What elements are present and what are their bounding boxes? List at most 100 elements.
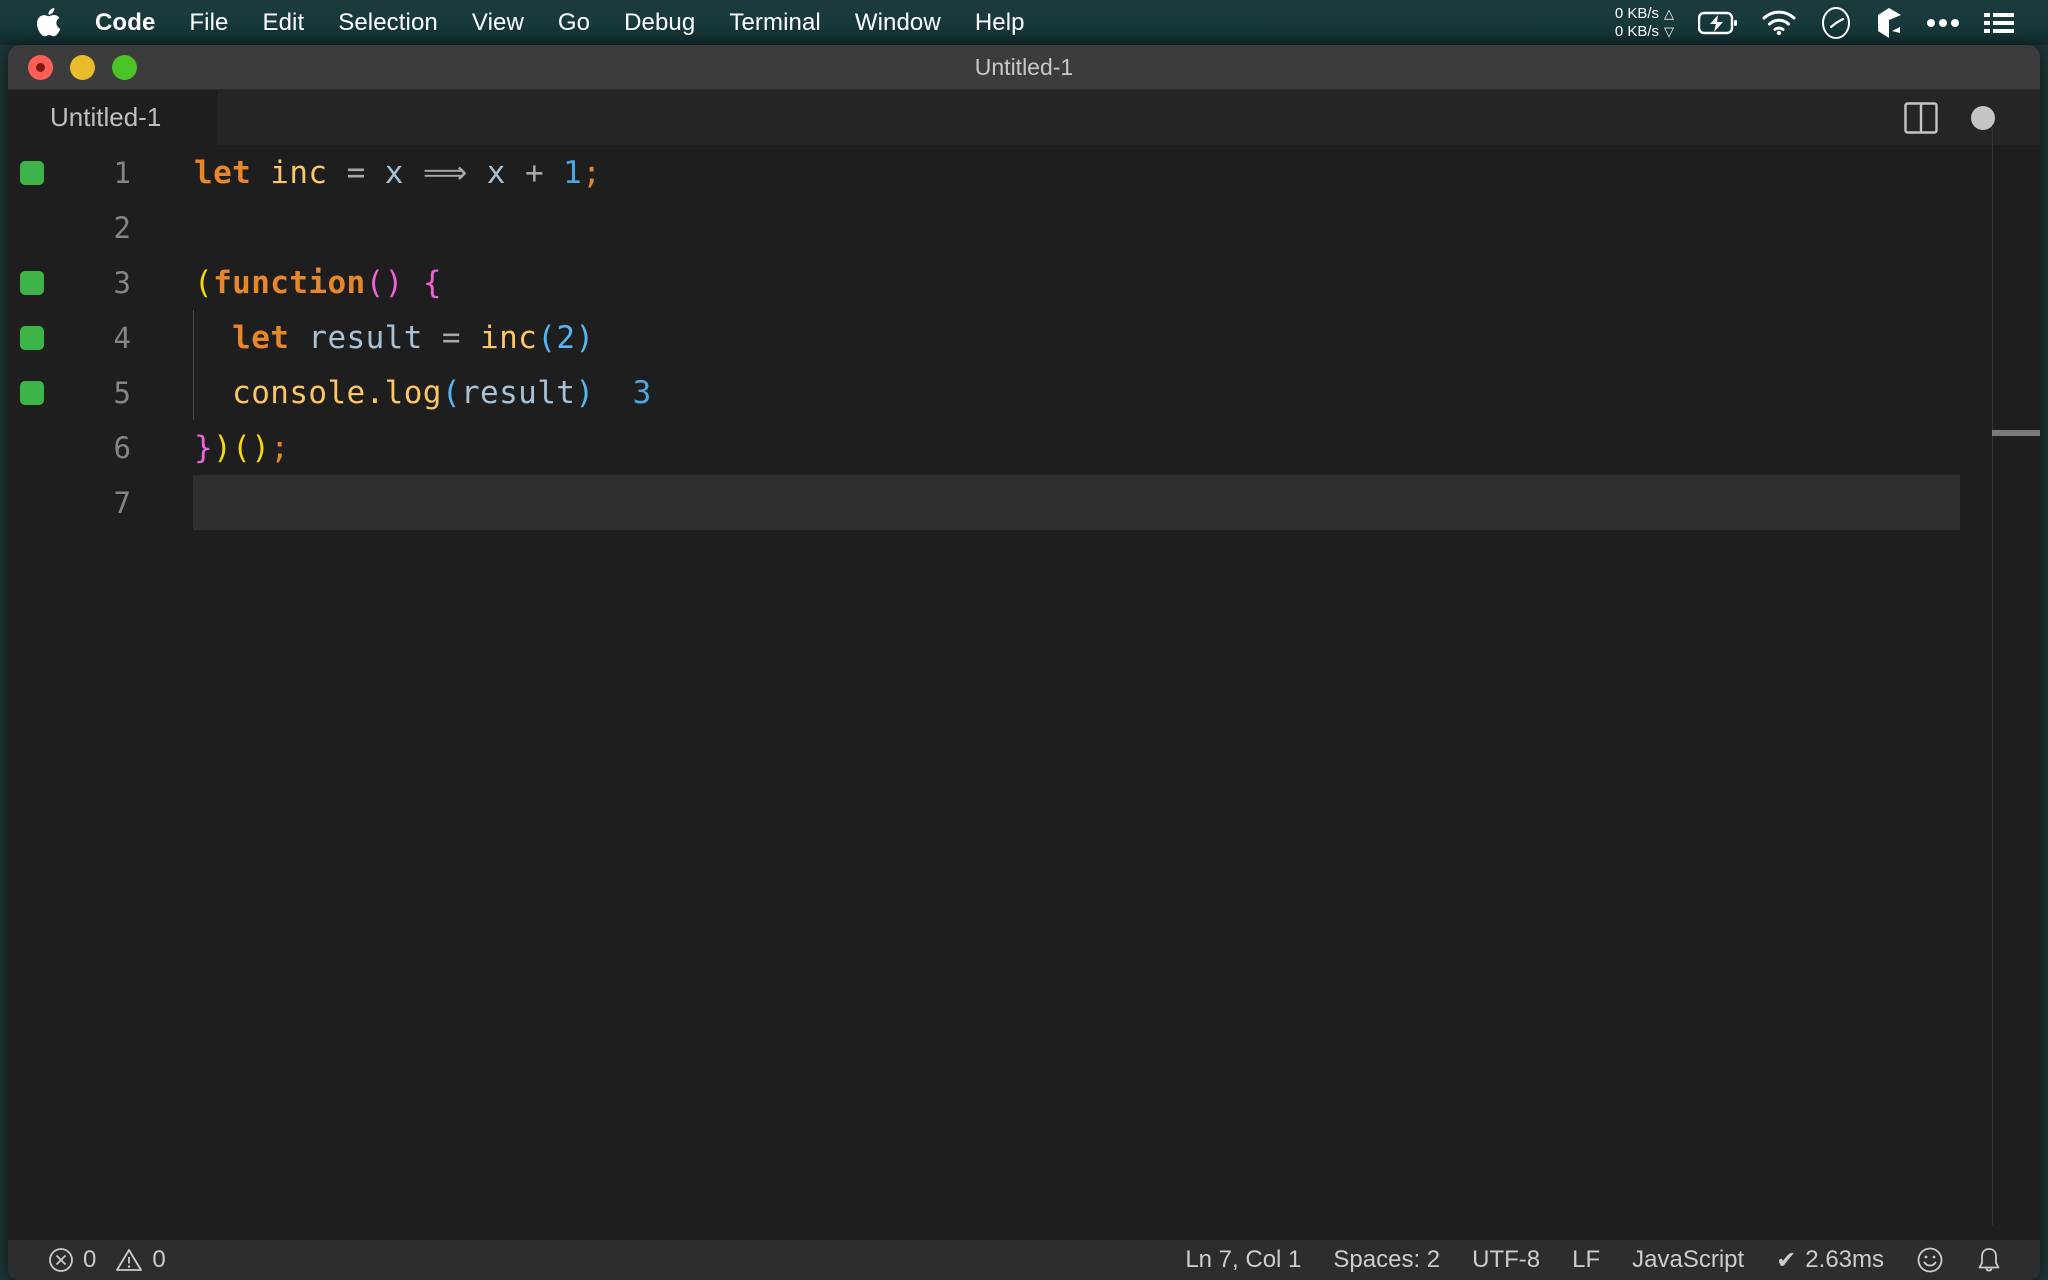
- code-token: ): [575, 319, 595, 356]
- line-number: 3: [113, 265, 131, 300]
- gutter-marker-slot[interactable]: [8, 160, 56, 185]
- network-upload-value: 0 KB/s: [1614, 4, 1659, 22]
- network-speed-indicator[interactable]: 0 KB/s △ 0 KB/s ▽: [1615, 5, 1674, 41]
- cursor-position[interactable]: Ln 7, Col 1: [1169, 1240, 1317, 1280]
- macos-menubar: Code File Edit Selection View Go Debug T…: [0, 0, 2048, 45]
- runtime-indicator[interactable]: ✔ 2.63ms: [1760, 1240, 1900, 1280]
- code-token: =: [346, 154, 366, 191]
- scrollbar-thumb[interactable]: [1992, 430, 2040, 436]
- notifications-button[interactable]: [1960, 1240, 2018, 1280]
- code-line-text: let inc = x ⟹ x + 1;: [141, 155, 601, 191]
- gutter-marker-slot[interactable]: [8, 380, 56, 405]
- wifi-icon[interactable]: [1762, 0, 1796, 45]
- gutter-marker-slot[interactable]: [8, 270, 56, 295]
- line-number: 5: [113, 375, 131, 410]
- code-line-text: console.log(result) 3: [141, 375, 652, 411]
- code-token: x: [384, 154, 404, 191]
- bell-icon: [1976, 1246, 2002, 1274]
- code-token: let: [232, 319, 290, 356]
- menu-item-window[interactable]: Window: [838, 0, 958, 45]
- window-titlebar: Untitled-1: [8, 45, 2040, 90]
- menu-item-terminal[interactable]: Terminal: [712, 0, 838, 45]
- menubar-status-group: 0 KB/s △ 0 KB/s ▽: [1615, 0, 2048, 45]
- battery-charging-icon[interactable]: [1698, 0, 1738, 45]
- status-bar-right: Ln 7, Col 1 Spaces: 2 UTF-8 LF JavaScrip…: [1169, 1240, 2040, 1280]
- code-token: (: [537, 319, 557, 356]
- code-line[interactable]: 7: [8, 475, 2040, 530]
- code-line[interactable]: 5 console.log(result) 3: [8, 365, 2040, 420]
- code-editor[interactable]: 1 let inc = x ⟹ x + 1; 2 3 (function() {4 le…: [8, 125, 2040, 1240]
- line-number: 1: [113, 155, 131, 190]
- gutter-marker-slot[interactable]: [8, 325, 56, 350]
- menu-item-selection[interactable]: Selection: [321, 0, 455, 45]
- line-number: 7: [113, 485, 131, 520]
- code-token: .: [365, 374, 385, 411]
- menubar-left-group: Code File Edit Selection View Go Debug T…: [0, 0, 1042, 45]
- check-icon: ✔: [1776, 1246, 1797, 1274]
- code-token: inc: [270, 154, 328, 191]
- code-token: inc: [480, 319, 538, 356]
- code-token: log: [384, 374, 442, 411]
- menu-item-view[interactable]: View: [455, 0, 541, 45]
- menu-item-edit[interactable]: Edit: [245, 0, 321, 45]
- dropbox-icon[interactable]: [1876, 0, 1902, 45]
- control-center-icon[interactable]: [1984, 0, 2014, 45]
- window-title: Untitled-1: [974, 53, 1074, 80]
- tab-untitled-1[interactable]: Untitled-1: [8, 90, 218, 145]
- error-circle-icon: [48, 1247, 74, 1273]
- editor-tabbar: Untitled-1: [8, 90, 2040, 145]
- menu-item-help[interactable]: Help: [958, 0, 1042, 45]
- code-token: function: [213, 264, 366, 301]
- code-token: ): [251, 429, 271, 466]
- error-count: 0: [83, 1246, 97, 1273]
- feedback-button[interactable]: [1900, 1240, 1960, 1280]
- menu-item-code[interactable]: Code: [78, 0, 172, 45]
- indentation-setting[interactable]: Spaces: 2: [1317, 1240, 1456, 1280]
- code-token: 1: [563, 154, 583, 191]
- code-token: =: [441, 319, 461, 356]
- editor-minimap-scrollbar[interactable]: [1972, 125, 2040, 1240]
- code-line[interactable]: 4 let result = inc(2): [8, 310, 2040, 365]
- coverage-marker-icon: [20, 160, 44, 185]
- menu-item-file[interactable]: File: [172, 0, 245, 45]
- tab-label: Untitled-1: [50, 102, 162, 132]
- code-token: (: [194, 264, 214, 301]
- apple-logo-icon[interactable]: [26, 7, 70, 38]
- code-line[interactable]: 3 (function() {: [8, 255, 2040, 310]
- arrow-down-icon: ▽: [1664, 23, 1674, 39]
- code-line[interactable]: 1 let inc = x ⟹ x + 1;: [8, 145, 2040, 200]
- problems-indicator[interactable]: 0 0: [32, 1240, 182, 1280]
- code-token: (: [232, 429, 252, 466]
- status-bar-left: 0 0: [8, 1240, 182, 1280]
- coverage-marker-icon: [20, 380, 44, 405]
- arrow-up-icon: △: [1664, 5, 1674, 21]
- encoding-setting[interactable]: UTF-8: [1456, 1240, 1556, 1280]
- language-mode[interactable]: JavaScript: [1616, 1240, 1760, 1280]
- code-token: ): [213, 429, 233, 466]
- code-line[interactable]: 6})();: [8, 420, 2040, 475]
- code-line-text: (function() {: [141, 265, 442, 301]
- eol-setting[interactable]: LF: [1556, 1240, 1616, 1280]
- clock-icon[interactable]: [1820, 0, 1852, 45]
- menu-item-debug[interactable]: Debug: [607, 0, 712, 45]
- code-token: result: [460, 374, 576, 411]
- ellipsis-icon[interactable]: [1926, 0, 1960, 45]
- code-token: result: [308, 319, 423, 356]
- code-token: 3: [632, 374, 652, 411]
- split-editor-icon[interactable]: [1890, 90, 1952, 145]
- status-bar: 0 0 Ln 7, Col 1 Spaces: 2 UTF-8 LF JavaS…: [8, 1240, 2040, 1280]
- line-number: 2: [113, 210, 131, 245]
- code-line-text: })();: [141, 430, 289, 466]
- code-lines-container: 1 let inc = x ⟹ x + 1; 2 3 (function() {4 le…: [8, 145, 2040, 530]
- code-line[interactable]: 2: [8, 200, 2040, 255]
- menu-item-go[interactable]: Go: [541, 0, 607, 45]
- coverage-marker-icon: [20, 325, 44, 350]
